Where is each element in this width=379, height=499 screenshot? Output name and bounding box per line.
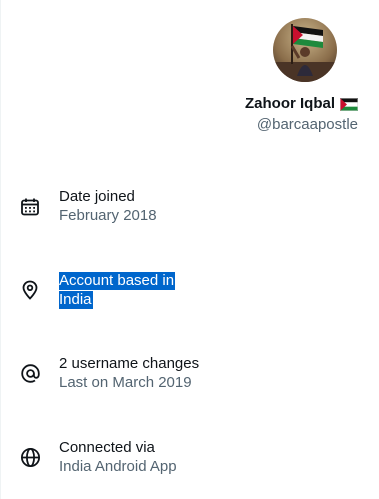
username-handle[interactable]: @barcaapostle <box>257 115 358 135</box>
display-name[interactable]: Zahoor Iqbal <box>245 94 335 114</box>
name-row: Zahoor Iqbal <box>245 94 358 114</box>
account-location-value: India <box>59 291 93 309</box>
username-changes-text: 2 username changes Last on March 2019 <box>59 354 199 393</box>
username-changes-label: 2 username changes <box>59 355 200 372</box>
date-joined-text: Date joined February 2018 <box>59 187 157 226</box>
location-pin-icon <box>19 279 41 301</box>
palestine-flag-icon <box>340 97 358 111</box>
connected-via-value: India Android App <box>59 458 177 475</box>
username-changes-value: Last on March 2019 <box>59 374 192 391</box>
connected-via-label: Connected via <box>59 439 155 456</box>
connected-via-row: Connected via India Android App <box>19 438 177 477</box>
date-joined-label: Date joined <box>59 188 135 205</box>
globe-icon <box>19 447 41 469</box>
at-sign-icon <box>19 363 41 385</box>
account-location-label: Account based in <box>59 272 176 290</box>
username-changes-row: 2 username changes Last on March 2019 <box>19 354 199 393</box>
connected-via-text: Connected via India Android App <box>59 438 177 477</box>
panel-left-border <box>0 0 1 499</box>
date-joined-row: Date joined February 2018 <box>19 187 157 226</box>
account-location-row: Account based in India <box>19 271 179 309</box>
avatar[interactable] <box>273 18 337 82</box>
account-location-text: Account based in India <box>59 271 179 309</box>
account-location-selection: Account based in India <box>59 271 179 309</box>
date-joined-value: February 2018 <box>59 207 157 224</box>
profile-header: Zahoor Iqbal @barcaapostle <box>138 18 358 135</box>
calendar-icon <box>19 196 41 218</box>
